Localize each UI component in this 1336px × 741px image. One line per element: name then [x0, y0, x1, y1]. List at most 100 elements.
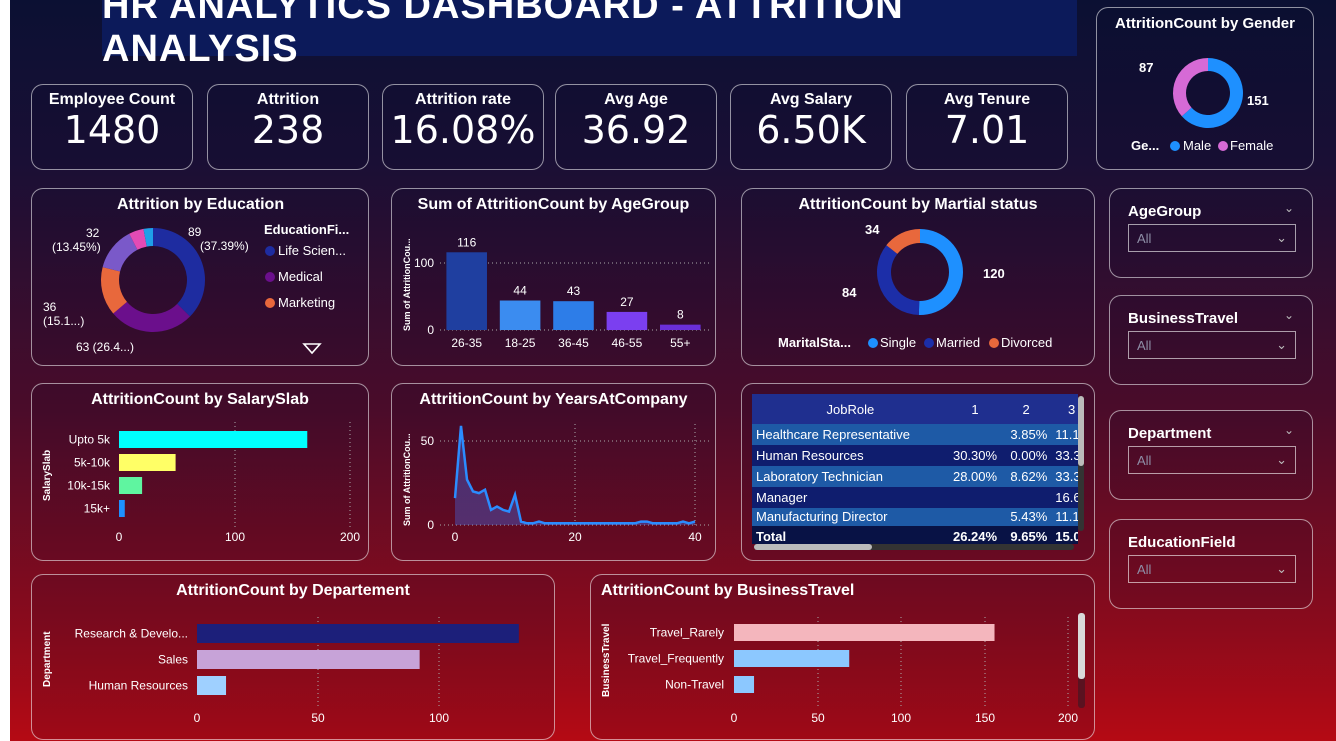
chevron-down-icon: ⌄	[1276, 337, 1287, 352]
y-tick-label: Travel_Frequently	[628, 652, 724, 666]
salary-chart-svg: SalarySlab 0 100 200 Upto 5k 5k-10k 10k-15…	[42, 422, 360, 544]
table-header-row: JobRole 1 2 3	[752, 394, 1078, 424]
legend-dot-life	[265, 246, 275, 256]
agegroup-chart-card[interactable]: Sum of AttritionCount by AgeGroup Sum of…	[391, 188, 716, 366]
y-axis-label: SalarySlab	[42, 450, 53, 501]
edu-label-marketing-pct: (15.1...)	[43, 314, 84, 328]
slicer-educationfield[interactable]: EducationField All ⌄	[1109, 519, 1313, 609]
edu-legend-title: EducationFi...	[264, 222, 349, 237]
table-row[interactable]: Manager 16.67	[752, 487, 1078, 508]
legend-dot-married	[924, 338, 934, 348]
bar	[553, 301, 594, 330]
edu-label-other-pct: (13.45%)	[52, 240, 101, 254]
kpi-value: 1480	[63, 108, 161, 152]
slicer-agegroup[interactable]: AgeGroup ⌄ All ⌄	[1109, 188, 1313, 278]
y-tick-label: 0	[427, 323, 434, 337]
marital-label-married: 84	[842, 285, 857, 300]
legend-female[interactable]: Female	[1230, 138, 1273, 153]
slicer-dropdown[interactable]: All ⌄	[1128, 555, 1296, 583]
header-col[interactable]: 2	[1001, 394, 1051, 424]
slicer-collapse-chevron-icon[interactable]: ⌄	[1284, 423, 1294, 437]
left-edge-strip	[0, 0, 10, 741]
kpi-value: 7.01	[944, 108, 1030, 152]
table-cell	[1001, 487, 1051, 508]
slicer-businesstravel[interactable]: BusinessTravel ⌄ All ⌄	[1109, 295, 1313, 385]
header-col[interactable]: 3	[1051, 394, 1078, 424]
data-label: 43	[567, 284, 581, 298]
vertical-scrollbar[interactable]	[1078, 396, 1084, 531]
legend-scroll-down-icon[interactable]	[302, 343, 322, 355]
jobrole-matrix-card[interactable]: JobRole 1 2 3 Healthcare Representative …	[741, 383, 1095, 561]
edu-legend-marketing[interactable]: Marketing	[278, 295, 335, 310]
table-row[interactable]: Human Resources 30.30% 0.00% 33.33	[752, 445, 1078, 466]
kpi-employee-count: Employee Count 1480	[31, 84, 193, 170]
x-tick-label: 26-35	[451, 336, 482, 350]
marital-label-divorced: 34	[865, 222, 880, 237]
x-tick-label: 55+	[670, 336, 690, 350]
department-chart-card[interactable]: AttritionCount by Departement Department…	[31, 574, 555, 740]
table-row[interactable]: Manufacturing Director 5.43% 11.11	[752, 508, 1078, 526]
header-jobrole[interactable]: JobRole	[752, 394, 949, 424]
slicer-dropdown[interactable]: All ⌄	[1128, 224, 1296, 252]
horizontal-scrollbar[interactable]	[754, 544, 1074, 550]
y-axis-label: Sum of AttritionCou...	[402, 238, 412, 331]
marital-legend-title: MaritalSta...	[778, 335, 851, 350]
vertical-scrollbar-thumb[interactable]	[1078, 396, 1084, 466]
table-row[interactable]: Laboratory Technician 28.00% 8.62% 33.33	[752, 466, 1078, 487]
data-label: 8	[677, 308, 684, 322]
edu-legend-life[interactable]: Life Scien...	[278, 243, 346, 258]
marital-legend-divorced[interactable]: Divorced	[1001, 335, 1052, 350]
bar	[606, 311, 648, 330]
education-donut-card[interactable]: Attrition by Education 89 (37.39%) 63 (2…	[31, 188, 369, 366]
travel-chart-card[interactable]: AttritionCount by BusinessTravel Busines…	[590, 574, 1095, 740]
table-cell: 16.67	[1055, 490, 1078, 505]
marital-donut-card[interactable]: AttritionCount by Martial status 120 84 …	[741, 188, 1095, 366]
chevron-down-icon: ⌄	[1276, 230, 1287, 245]
y-tick-label: 10k-15k	[67, 479, 111, 493]
slicer-department[interactable]: Department ⌄ All ⌄	[1109, 410, 1313, 500]
x-tick-label: 0	[116, 530, 123, 544]
edu-legend-medical[interactable]: Medical	[278, 269, 323, 284]
gender-donut-slice	[1173, 58, 1208, 117]
table-cell: Healthcare Representative	[756, 427, 910, 442]
marital-legend-married[interactable]: Married	[936, 335, 980, 350]
y-tick-label: 100	[414, 256, 434, 270]
horizontal-scrollbar-thumb[interactable]	[754, 544, 872, 550]
table-cell: 11.11	[1055, 509, 1078, 524]
y-tick-label: 0	[427, 518, 434, 532]
y-tick-label: 5k-10k	[74, 456, 111, 470]
kpi-label: Avg Tenure	[943, 91, 1031, 108]
kpi-avg-tenure: Avg Tenure 7.01	[906, 84, 1068, 170]
slicer-title: EducationField	[1128, 534, 1236, 551]
years-chart-card[interactable]: AttritionCount by YearsAtCompany Sum of …	[391, 383, 716, 561]
table-cell: 11.11	[1055, 427, 1078, 442]
table-cell: Human Resources	[756, 448, 864, 463]
table-row[interactable]: Healthcare Representative 3.85% 11.11	[752, 424, 1078, 445]
bar	[660, 324, 701, 330]
slicer-title: BusinessTravel	[1128, 310, 1239, 327]
table-cell	[949, 424, 1001, 445]
education-donut-svg: 89 (37.39%) 63 (26.4...) 36 (15.1...) 32…	[43, 222, 349, 355]
data-label: 27	[620, 295, 634, 309]
y-tick-label: Research & Develo...	[75, 627, 188, 641]
header-col[interactable]: 1	[949, 394, 1001, 424]
dashboard-title: HR ANALYTICS DASHBOARD - ATTRITION ANALY…	[102, 0, 904, 70]
salary-chart-card[interactable]: AttritionCount by SalarySlab SalarySlab …	[31, 383, 369, 561]
table-cell: Manager	[756, 490, 808, 505]
legend-dot-female	[1218, 141, 1228, 151]
kpi-label: Attrition	[256, 91, 320, 108]
marital-legend-single[interactable]: Single	[880, 335, 916, 350]
slicer-collapse-chevron-icon[interactable]: ⌄	[1284, 201, 1294, 215]
bar	[119, 477, 143, 494]
vertical-scrollbar-thumb[interactable]	[1078, 613, 1085, 679]
gender-legend-title: Ge...	[1131, 138, 1159, 153]
legend-male[interactable]: Male	[1183, 138, 1211, 153]
jobrole-table-viewport[interactable]: JobRole 1 2 3 Healthcare Representative …	[752, 394, 1078, 544]
slicer-collapse-chevron-icon[interactable]: ⌄	[1284, 308, 1294, 322]
kpi-label: Attrition rate	[415, 91, 511, 108]
slicer-dropdown[interactable]: All ⌄	[1128, 331, 1296, 359]
gender-donut-card[interactable]: AttritionCount by Gender 87 151 Ge... Ma…	[1096, 7, 1314, 170]
x-tick-label: 36-45	[558, 336, 589, 350]
slicer-dropdown[interactable]: All ⌄	[1128, 446, 1296, 474]
y-axis-label: BusinessTravel	[601, 623, 612, 697]
